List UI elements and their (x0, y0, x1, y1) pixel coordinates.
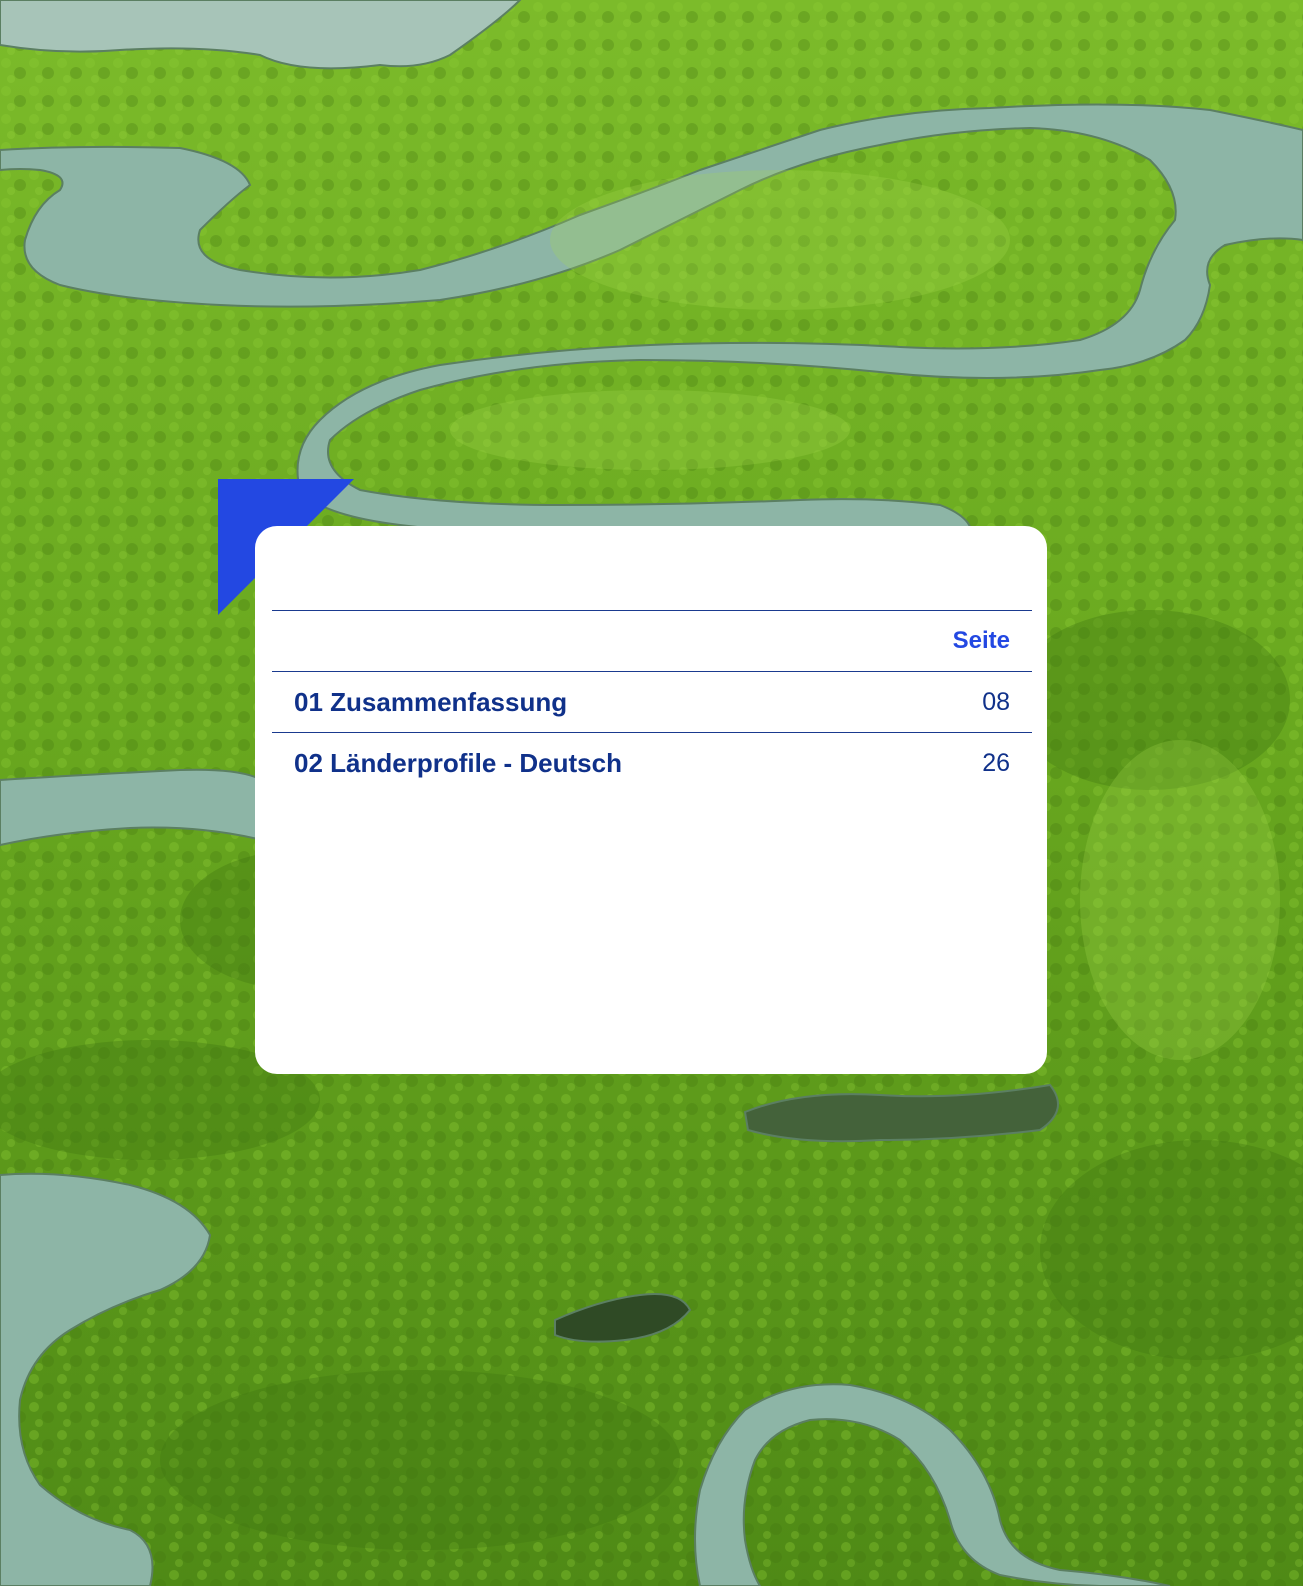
toc-entry-row[interactable]: 01 Zusammenfassung 08 (272, 671, 1032, 732)
page-column-header: Seite (952, 627, 1010, 654)
toc-entry-page: 08 (982, 687, 1010, 716)
toc-entry-title[interactable]: 02 Länderprofile - Deutsch (294, 748, 622, 779)
toc-header-row: Seite (272, 610, 1032, 671)
toc-entry-page: 26 (982, 748, 1010, 777)
toc-entry-title[interactable]: 01 Zusammenfassung (294, 687, 567, 718)
table-of-contents-card: Seite 01 Zusammenfassung 08 02 Länderpro… (255, 526, 1047, 1074)
toc-entry-row[interactable]: 02 Länderprofile - Deutsch 26 (272, 732, 1032, 793)
toc-table: Seite 01 Zusammenfassung 08 02 Länderpro… (272, 610, 1032, 793)
